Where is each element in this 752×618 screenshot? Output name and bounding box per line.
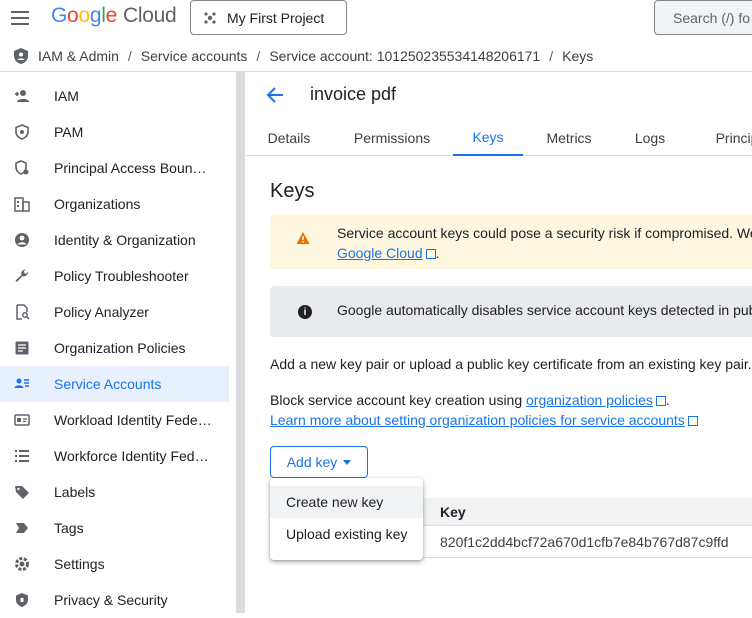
search-placeholder: Search (/) fo [673,9,751,26]
sidebar-item-pam[interactable]: PAM [0,114,229,150]
service-account-icon [14,376,30,392]
project-hub-icon [204,11,216,24]
sidebar-item-label: Organization Policies [54,340,186,356]
breadcrumb-separator: / [127,47,132,64]
tab-principals[interactable]: Princip [702,120,752,156]
create-new-key-menu-item[interactable]: Create new key [270,486,423,518]
sidebar-item-label: Principal Access Boun… [54,160,207,176]
sidebar-item-policy-troubleshooter[interactable]: Policy Troubleshooter [0,258,229,294]
sidebar: IAM PAM Principal Access Boun… Organization… [0,78,236,613]
sidebar-item-policy-analyzer[interactable]: Policy Analyzer [0,294,229,330]
privacy-shield-icon [14,592,30,608]
search-input[interactable]: Search (/) fo [654,0,752,35]
sidebar-resize-handle[interactable] [236,72,245,613]
learn-more-text: Learn more about setting organization po… [270,412,698,428]
sidebar-item-identity-organization[interactable]: Identity & Organization [0,222,229,258]
back-arrow-icon[interactable] [264,84,286,106]
info-icon: i [298,305,312,319]
building-icon [14,196,30,212]
open-in-new-icon [425,249,436,259]
hamburger-menu-icon[interactable] [8,6,32,30]
breadcrumb-separator: / [256,47,261,64]
top-bar: Google Cloud My First Project Search (/) … [0,0,752,36]
open-in-new-icon [687,416,698,426]
warning-text: Service account keys could pose a securi… [337,225,752,261]
info-banner: i Google automatically disables service … [270,286,752,337]
tab-bar: Details Permissions Keys Metrics Logs Pr… [246,120,752,156]
sidebar-item-label: Organizations [54,196,141,212]
sidebar-item-principal-access-boun[interactable]: Principal Access Boun… [0,150,229,186]
breadcrumb-iam-admin[interactable]: IAM & Admin [38,48,119,64]
breadcrumb: IAM & Admin / Service accounts / Service… [0,40,752,72]
list-icon [14,448,30,464]
iam-shield-icon [14,47,28,64]
sidebar-item-settings[interactable]: Settings [0,546,229,582]
sidebar-item-label: Identity & Organization [54,232,196,248]
upload-existing-key-menu-item[interactable]: Upload existing key [270,518,423,550]
breadcrumb-separator: / [549,47,554,64]
sidebar-item-label: Labels [54,484,96,500]
sidebar-item-label: Policy Analyzer [54,304,149,320]
breadcrumb-service-account[interactable]: Service account: 101250235534148206171 [269,48,540,64]
table-header-key[interactable]: Key [418,498,752,526]
tab-logs[interactable]: Logs [620,120,680,156]
warning-banner: Service account keys could pose a securi… [270,214,752,269]
article-icon [14,340,30,356]
tag-icon [14,520,30,536]
page-title: invoice pdf [310,84,397,104]
keys-table: Key 820f1c2dd4bcf72a670d1cfb7e84b767d87c… [418,498,752,568]
wrench-icon [14,268,30,284]
sidebar-item-label: IAM [54,88,79,104]
learn-more-link[interactable]: Learn more about setting organization po… [270,412,685,428]
sidebar-item-organization-policies[interactable]: Organization Policies [0,330,229,366]
gear-icon [14,556,30,572]
tab-details[interactable]: Details [254,120,324,156]
add-key-button[interactable]: Add key [270,446,368,478]
sidebar-item-label: Workload Identity Fede… [54,412,212,428]
tab-keys[interactable]: Keys [453,120,523,156]
google-cloud-link[interactable]: Google Cloud [337,245,423,261]
breadcrumb-keys: Keys [562,47,594,64]
tab-metrics[interactable]: Metrics [534,120,604,156]
sidebar-item-label: Service Accounts [54,376,162,392]
sidebar-item-workload-identity-fede[interactable]: Workload Identity Fede… [0,402,229,438]
project-picker-button[interactable]: My First Project [190,0,347,35]
info-text: Google automatically disables service ac… [337,302,752,318]
document-search-icon [14,304,30,320]
sidebar-item-service-accounts[interactable]: Service Accounts [0,366,229,402]
sidebar-item-iam[interactable]: IAM [0,78,229,114]
add-key-menu: Create new key Upload existing key [270,478,423,560]
table-row[interactable]: 820f1c2dd4bcf72a670d1cfb7e84b767d87c9ffd [418,526,752,558]
shield-icon [14,124,30,140]
sidebar-item-labels[interactable]: Labels [0,474,229,510]
add-key-description: Add a new key pair or upload a public ke… [270,356,752,372]
sidebar-item-workforce-identity-fed[interactable]: Workforce Identity Fed… [0,438,229,474]
id-card-icon [14,412,30,428]
sidebar-item-label: Privacy & Security [54,592,168,608]
sidebar-item-organizations[interactable]: Organizations [0,186,229,222]
section-heading: Keys [270,180,315,202]
breadcrumb-service-accounts[interactable]: Service accounts [141,48,248,64]
sidebar-item-label: Workforce Identity Fed… [54,448,209,464]
project-name: My First Project [227,9,325,26]
settings-shield-icon [14,160,30,176]
sidebar-item-tags[interactable]: Tags [0,510,229,546]
sidebar-item-label: Tags [54,520,84,536]
warning-icon [296,232,310,244]
sidebar-item-label: Settings [54,556,105,572]
tab-permissions[interactable]: Permissions [342,120,442,156]
organization-policies-link[interactable]: organization policies [526,392,653,408]
org-policy-text: Block service account key creation using… [270,392,670,408]
sidebar-item-label: PAM [54,124,84,140]
open-in-new-icon [655,396,666,406]
account-circle-icon [14,232,30,248]
label-icon [14,484,30,500]
caret-down-icon [343,459,352,465]
sidebar-item-label: Policy Troubleshooter [54,268,189,284]
google-cloud-logo[interactable]: Google Cloud [51,4,177,28]
add-key-label: Add key [286,454,338,470]
person-add-icon [14,88,30,104]
